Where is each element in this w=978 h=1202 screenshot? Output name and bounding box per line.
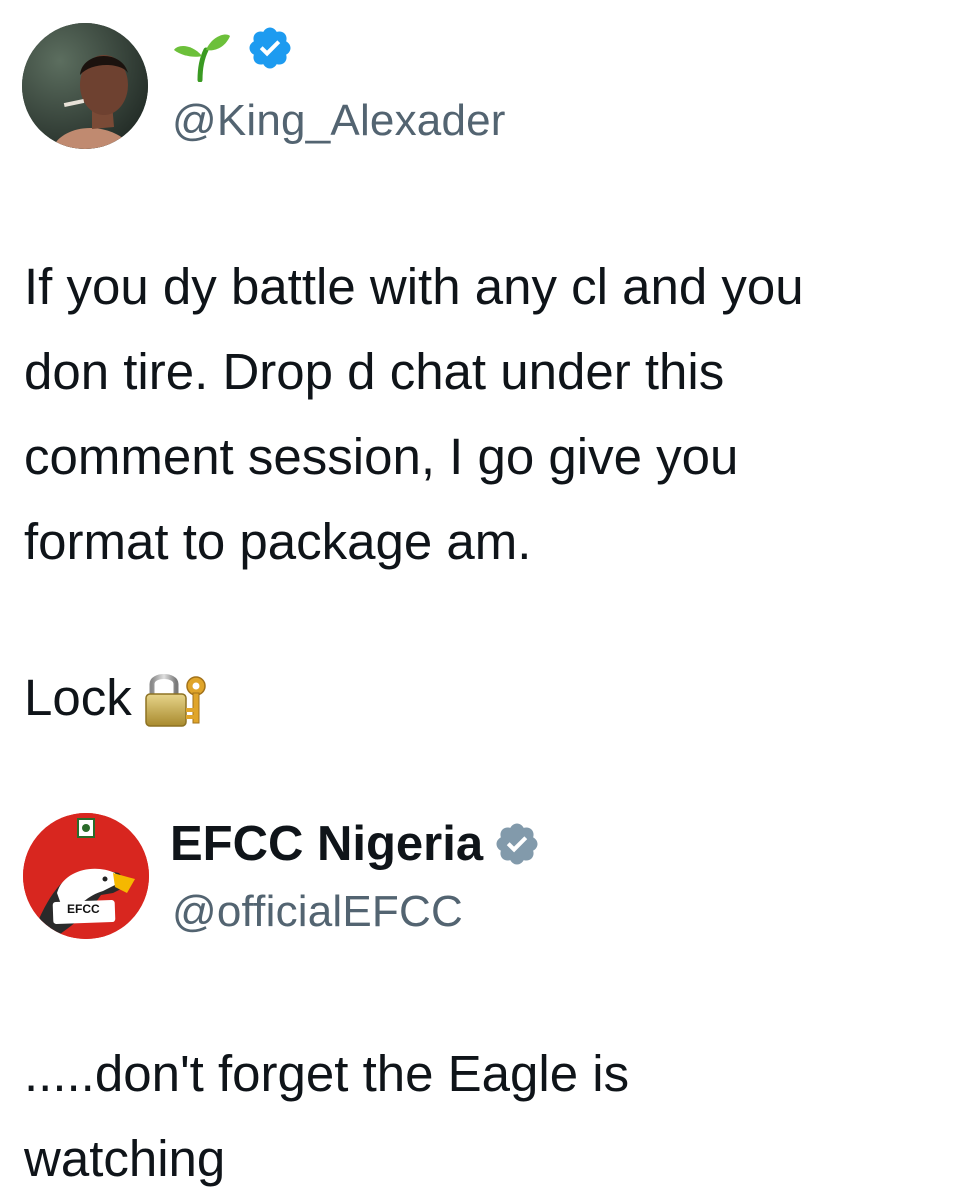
efcc-name-row: EFCC Nigeria xyxy=(170,816,541,872)
user-avatar[interactable] xyxy=(22,23,148,149)
reply-body-line: watching xyxy=(24,1130,226,1187)
tweet-body-line: comment session, I go give you xyxy=(24,428,739,485)
tweet-body-line: If you dy battle with any cl and you xyxy=(24,258,804,315)
reply-body: .....don't forget the Eagle is watching xyxy=(24,1032,954,1202)
efcc-handle[interactable]: @officialEFCC xyxy=(172,887,463,937)
lock-with-key-icon xyxy=(144,670,210,730)
efcc-display-name[interactable]: EFCC Nigeria xyxy=(170,816,483,872)
efcc-avatar[interactable]: EFCC xyxy=(23,813,149,939)
tweet-lock-line: Lock xyxy=(24,655,954,740)
reply-body-line: .....don't forget the Eagle is xyxy=(24,1045,630,1102)
seedling-icon xyxy=(172,30,232,83)
tweet-body-line: format to package am. xyxy=(24,513,532,570)
tweet-body-line: don tire. Drop d chat under this xyxy=(24,343,725,400)
tweet-body: If you dy battle with any cl and you don… xyxy=(24,244,954,584)
efcc-avatar-label: EFCC xyxy=(67,902,100,916)
original-tweet: @King_Alexader If you dy battle with any… xyxy=(0,0,978,760)
eagle-logo xyxy=(23,813,149,939)
user-handle[interactable]: @King_Alexader xyxy=(172,96,506,146)
lock-text: Lock xyxy=(24,669,132,726)
verified-badge-icon xyxy=(246,24,294,72)
avatar-photo xyxy=(22,23,148,149)
verified-badge-icon xyxy=(493,820,541,868)
reply-tweet: EFCC EFCC Nigeria @officialEFCC .....don… xyxy=(0,760,978,1200)
